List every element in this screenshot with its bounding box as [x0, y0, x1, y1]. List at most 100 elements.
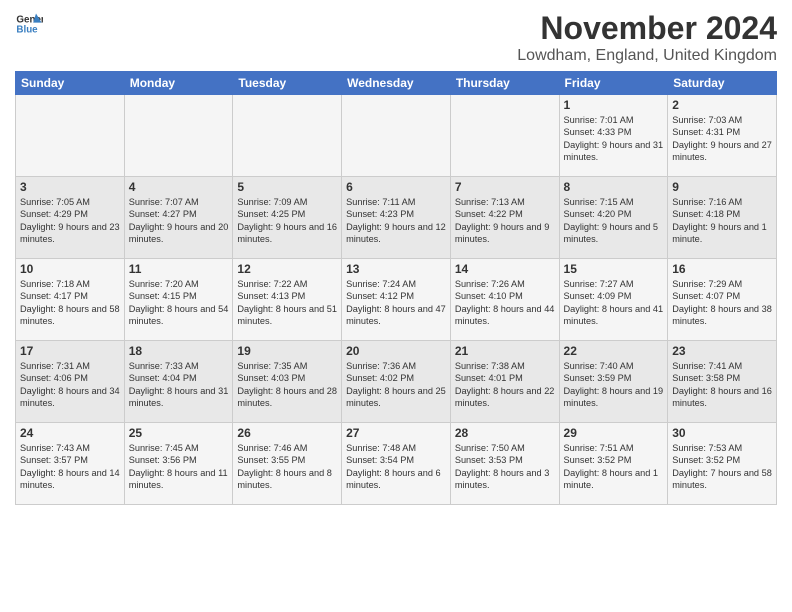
calendar-cell: 17Sunrise: 7:31 AM Sunset: 4:06 PM Dayli… — [16, 341, 125, 423]
day-number: 24 — [20, 426, 120, 440]
cell-text: Sunrise: 7:22 AM Sunset: 4:13 PM Dayligh… — [237, 278, 337, 328]
cell-text: Sunrise: 7:20 AM Sunset: 4:15 PM Dayligh… — [129, 278, 229, 328]
cell-text: Sunrise: 7:38 AM Sunset: 4:01 PM Dayligh… — [455, 360, 555, 410]
calendar-row-0: 1 Sunrise: 7:01 AM Sunset: 4:33 PM Daylig… — [16, 95, 777, 177]
cell-text: Sunrise: 7:40 AM Sunset: 3:59 PM Dayligh… — [564, 360, 664, 410]
calendar-cell — [16, 95, 125, 177]
calendar-cell: 28Sunrise: 7:50 AM Sunset: 3:53 PM Dayli… — [450, 423, 559, 505]
day-number: 23 — [672, 344, 772, 358]
cell-text: Sunrise: 7:13 AM Sunset: 4:22 PM Dayligh… — [455, 196, 555, 246]
calendar-row-1: 3 Sunrise: 7:05 AM Sunset: 4:29 PM Daylig… — [16, 177, 777, 259]
location-title: Lowdham, England, United Kingdom — [517, 47, 777, 65]
day-number: 28 — [455, 426, 555, 440]
calendar-cell: 30 Sunrise: 7:53 AM Sunset: 3:52 PM Dayli… — [668, 423, 777, 505]
cell-text: Sunrise: 7:48 AM Sunset: 3:54 PM Dayligh… — [346, 442, 446, 492]
calendar-cell: 4 Sunrise: 7:07 AM Sunset: 4:27 PM Daylig… — [124, 177, 233, 259]
day-number: 16 — [672, 262, 772, 276]
calendar-cell: 14Sunrise: 7:26 AM Sunset: 4:10 PM Dayli… — [450, 259, 559, 341]
calendar-cell — [342, 95, 451, 177]
calendar-cell: 8Sunrise: 7:15 AM Sunset: 4:20 PM Daylig… — [559, 177, 668, 259]
calendar-cell: 19 Sunrise: 7:35 AM Sunset: 4:03 PM Dayli… — [233, 341, 342, 423]
title-area: November 2024 Lowdham, England, United K… — [517, 10, 777, 65]
calendar-cell: 11 Sunrise: 7:20 AM Sunset: 4:15 PM Dayli… — [124, 259, 233, 341]
cell-text: Sunrise: 7:41 AM Sunset: 3:58 PM Dayligh… — [672, 360, 772, 410]
calendar-cell: 18Sunrise: 7:33 AM Sunset: 4:04 PM Dayli… — [124, 341, 233, 423]
cell-text: Sunrise: 7:51 AM Sunset: 3:52 PM Dayligh… — [564, 442, 664, 492]
calendar-row-4: 24 Sunrise: 7:43 AM Sunset: 3:57 PM Dayli… — [16, 423, 777, 505]
cell-text: Sunrise: 7:24 AM Sunset: 4:12 PM Dayligh… — [346, 278, 446, 328]
weekday-header-row: SundayMondayTuesdayWednesdayThursdayFrid… — [16, 72, 777, 95]
calendar-cell: 20 Sunrise: 7:36 AM Sunset: 4:02 PM Dayli… — [342, 341, 451, 423]
calendar-row-2: 10Sunrise: 7:18 AM Sunset: 4:17 PM Dayli… — [16, 259, 777, 341]
cell-text: Sunrise: 7:29 AM Sunset: 4:07 PM Dayligh… — [672, 278, 772, 328]
day-number: 25 — [129, 426, 229, 440]
weekday-friday: Friday — [559, 72, 668, 95]
day-number: 19 — [237, 344, 337, 358]
cell-text: Sunrise: 7:45 AM Sunset: 3:56 PM Dayligh… — [129, 442, 229, 492]
calendar-body: 1 Sunrise: 7:01 AM Sunset: 4:33 PM Daylig… — [16, 95, 777, 505]
cell-text: Sunrise: 7:33 AM Sunset: 4:04 PM Dayligh… — [129, 360, 229, 410]
calendar-cell: 25 Sunrise: 7:45 AM Sunset: 3:56 PM Dayli… — [124, 423, 233, 505]
calendar-cell — [233, 95, 342, 177]
day-number: 9 — [672, 180, 772, 194]
cell-text: Sunrise: 7:05 AM Sunset: 4:29 PM Dayligh… — [20, 196, 120, 246]
day-number: 3 — [20, 180, 120, 194]
weekday-saturday: Saturday — [668, 72, 777, 95]
cell-text: Sunrise: 7:35 AM Sunset: 4:03 PM Dayligh… — [237, 360, 337, 410]
calendar-table: SundayMondayTuesdayWednesdayThursdayFrid… — [15, 71, 777, 505]
cell-text: Sunrise: 7:36 AM Sunset: 4:02 PM Dayligh… — [346, 360, 446, 410]
day-number: 11 — [129, 262, 229, 276]
day-number: 15 — [564, 262, 664, 276]
cell-text: Sunrise: 7:43 AM Sunset: 3:57 PM Dayligh… — [20, 442, 120, 492]
day-number: 26 — [237, 426, 337, 440]
calendar-cell: 3 Sunrise: 7:05 AM Sunset: 4:29 PM Daylig… — [16, 177, 125, 259]
calendar-cell: 22 Sunrise: 7:40 AM Sunset: 3:59 PM Dayli… — [559, 341, 668, 423]
day-number: 14 — [455, 262, 555, 276]
calendar-row-3: 17Sunrise: 7:31 AM Sunset: 4:06 PM Dayli… — [16, 341, 777, 423]
day-number: 1 — [564, 98, 664, 112]
day-number: 30 — [672, 426, 772, 440]
weekday-monday: Monday — [124, 72, 233, 95]
day-number: 7 — [455, 180, 555, 194]
cell-text: Sunrise: 7:53 AM Sunset: 3:52 PM Dayligh… — [672, 442, 772, 492]
day-number: 22 — [564, 344, 664, 358]
calendar-cell — [124, 95, 233, 177]
month-title: November 2024 — [517, 10, 777, 47]
day-number: 20 — [346, 344, 446, 358]
day-number: 29 — [564, 426, 664, 440]
calendar-cell: 5 Sunrise: 7:09 AM Sunset: 4:25 PM Daylig… — [233, 177, 342, 259]
cell-text: Sunrise: 7:09 AM Sunset: 4:25 PM Dayligh… — [237, 196, 337, 246]
calendar-cell: 7 Sunrise: 7:13 AM Sunset: 4:22 PM Daylig… — [450, 177, 559, 259]
day-number: 5 — [237, 180, 337, 194]
logo: General Blue — [15, 10, 43, 38]
cell-text: Sunrise: 7:18 AM Sunset: 4:17 PM Dayligh… — [20, 278, 120, 328]
calendar-cell: 24 Sunrise: 7:43 AM Sunset: 3:57 PM Dayli… — [16, 423, 125, 505]
cell-text: Sunrise: 7:03 AM Sunset: 4:31 PM Dayligh… — [672, 114, 772, 164]
calendar-cell: 29 Sunrise: 7:51 AM Sunset: 3:52 PM Dayli… — [559, 423, 668, 505]
weekday-tuesday: Tuesday — [233, 72, 342, 95]
weekday-thursday: Thursday — [450, 72, 559, 95]
day-number: 17 — [20, 344, 120, 358]
weekday-sunday: Sunday — [16, 72, 125, 95]
calendar-cell: 27Sunrise: 7:48 AM Sunset: 3:54 PM Dayli… — [342, 423, 451, 505]
day-number: 13 — [346, 262, 446, 276]
cell-text: Sunrise: 7:01 AM Sunset: 4:33 PM Dayligh… — [564, 114, 664, 164]
cell-text: Sunrise: 7:11 AM Sunset: 4:23 PM Dayligh… — [346, 196, 446, 246]
cell-text: Sunrise: 7:07 AM Sunset: 4:27 PM Dayligh… — [129, 196, 229, 246]
weekday-wednesday: Wednesday — [342, 72, 451, 95]
svg-text:Blue: Blue — [16, 24, 38, 35]
logo-icon: General Blue — [15, 10, 43, 38]
calendar-cell: 21 Sunrise: 7:38 AM Sunset: 4:01 PM Dayli… — [450, 341, 559, 423]
cell-text: Sunrise: 7:46 AM Sunset: 3:55 PM Dayligh… — [237, 442, 337, 492]
calendar-cell: 26 Sunrise: 7:46 AM Sunset: 3:55 PM Dayli… — [233, 423, 342, 505]
calendar-cell: 23 Sunrise: 7:41 AM Sunset: 3:58 PM Dayli… — [668, 341, 777, 423]
calendar-cell: 16 Sunrise: 7:29 AM Sunset: 4:07 PM Dayli… — [668, 259, 777, 341]
day-number: 4 — [129, 180, 229, 194]
day-number: 21 — [455, 344, 555, 358]
day-number: 12 — [237, 262, 337, 276]
calendar-cell: 1 Sunrise: 7:01 AM Sunset: 4:33 PM Daylig… — [559, 95, 668, 177]
calendar-cell: 9 Sunrise: 7:16 AM Sunset: 4:18 PM Daylig… — [668, 177, 777, 259]
calendar-cell: 6Sunrise: 7:11 AM Sunset: 4:23 PM Daylig… — [342, 177, 451, 259]
calendar-cell: 15Sunrise: 7:27 AM Sunset: 4:09 PM Dayli… — [559, 259, 668, 341]
cell-text: Sunrise: 7:16 AM Sunset: 4:18 PM Dayligh… — [672, 196, 772, 246]
